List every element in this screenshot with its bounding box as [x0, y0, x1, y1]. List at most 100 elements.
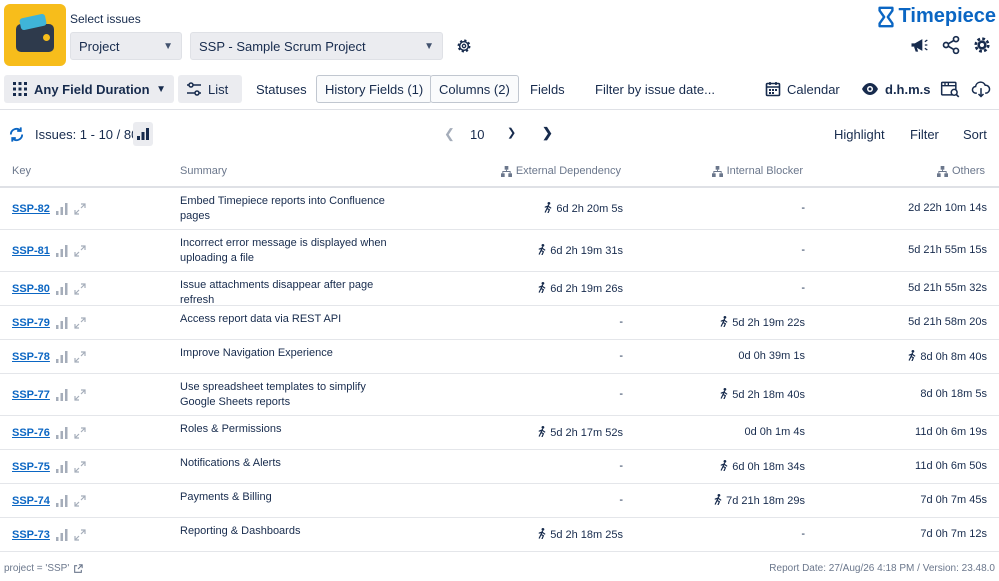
expand-icon[interactable] [74, 461, 86, 473]
chart-toggle-button[interactable] [133, 122, 153, 146]
expand-icon[interactable] [74, 427, 86, 439]
bar-chart-icon[interactable] [55, 461, 68, 473]
cloud-export-icon[interactable] [971, 79, 991, 99]
table-row[interactable]: SSP-81 Incorrect error message is display… [0, 230, 999, 272]
column-header-others[interactable]: Others [936, 165, 985, 177]
fields-button[interactable]: Fields [522, 75, 573, 103]
highlight-button[interactable]: Highlight [834, 127, 885, 142]
previous-page-icon[interactable]: ❮ [444, 126, 455, 142]
issue-key-link[interactable]: SSP-81 [12, 245, 50, 257]
column-header-external-dependency[interactable]: External Dependency [500, 165, 621, 177]
issue-summary: Access report data via REST API [180, 313, 342, 325]
external-link-icon[interactable] [73, 563, 83, 574]
issue-key-link[interactable]: SSP-80 [12, 283, 50, 295]
table-row[interactable]: SSP-75 Notifications & Alerts - 6d 0h 18m 3… [0, 450, 999, 484]
filter-by-date-button[interactable]: Filter by issue date... [587, 75, 723, 103]
grid-icon [13, 82, 27, 96]
calendar-button[interactable]: Calendar [757, 75, 848, 103]
project-dropdown[interactable]: SSP - Sample Scrum Project ▼ [190, 32, 443, 60]
columns-button[interactable]: Columns (2) [430, 75, 519, 103]
filter-button[interactable]: Filter [910, 127, 939, 142]
issue-key-cell: SSP-77 [12, 389, 86, 401]
table-row[interactable]: SSP-76 Roles & Permissions 5d 2h 17m 52s 0d… [0, 416, 999, 450]
report-info: Report Date: 27/Aug/26 4:18 PM / Version… [769, 563, 995, 574]
external-dependency-value: - [619, 388, 623, 400]
duration-type-dropdown[interactable]: Any Field Duration ▼ [4, 75, 174, 103]
internal-blocker-value: 0d 0h 1m 4s [744, 426, 805, 438]
issue-key-cell: SSP-82 [12, 203, 86, 215]
chevron-down-icon[interactable]: ❯ [507, 126, 516, 139]
issue-key-link[interactable]: SSP-79 [12, 317, 50, 329]
scope-dropdown[interactable]: Project ▼ [70, 32, 182, 60]
bar-chart-icon[interactable] [55, 529, 68, 541]
table-row[interactable]: SSP-82 Embed Timepiece reports into Confl… [0, 188, 999, 230]
bar-chart-icon[interactable] [55, 317, 68, 329]
expand-icon[interactable] [74, 389, 86, 401]
hierarchy-icon [936, 165, 948, 177]
issue-summary: Reporting & Dashboards [180, 525, 301, 537]
expand-icon[interactable] [74, 245, 86, 257]
issue-key-link[interactable]: SSP-82 [12, 203, 50, 215]
running-person-icon [538, 528, 546, 539]
column-header-internal-blocker[interactable]: Internal Blocker [711, 165, 803, 177]
table-row[interactable]: SSP-78 Improve Navigation Experience - 0d 0… [0, 340, 999, 374]
sliders-icon [187, 82, 201, 96]
issue-summary: Incorrect error message is displayed whe… [180, 237, 387, 264]
expand-icon[interactable] [74, 529, 86, 541]
running-person-icon [714, 494, 722, 505]
table-row[interactable]: SSP-74 Payments & Billing - 7d 21h 18m 29s 7… [0, 484, 999, 518]
table-row[interactable]: SSP-77 Use spreadsheet templates to simpl… [0, 374, 999, 416]
expand-icon[interactable] [74, 317, 86, 329]
next-page-icon[interactable]: ❯ [542, 125, 553, 141]
bar-chart-icon[interactable] [55, 427, 68, 439]
scope-dropdown-value: Project [79, 38, 120, 54]
table-row[interactable]: SSP-73 Reporting & Dashboards 5d 2h 18m 25… [0, 518, 999, 552]
refresh-icon[interactable] [8, 126, 25, 143]
issue-summary: Payments & Billing [180, 491, 272, 503]
page-size-value[interactable]: 10 [470, 127, 484, 142]
column-header-summary[interactable]: Summary [180, 165, 227, 177]
project-dropdown-value: SSP - Sample Scrum Project [199, 38, 366, 54]
external-dependency-value: - [619, 316, 623, 328]
sort-button[interactable]: Sort [963, 127, 987, 142]
internal-blocker-value: 5d 2h 18m 40s [719, 388, 805, 401]
issue-key-link[interactable]: SSP-76 [12, 427, 50, 439]
issue-key-link[interactable]: SSP-73 [12, 529, 50, 541]
query-settings-icon[interactable] [455, 37, 473, 55]
history-fields-button[interactable]: History Fields (1) [316, 75, 433, 103]
others-value: 5d 21h 58m 20s [908, 316, 987, 328]
list-view-button[interactable]: List [178, 75, 242, 103]
bar-chart-icon[interactable] [55, 495, 68, 507]
external-dependency-value: 6d 2h 19m 26s [537, 282, 623, 295]
issue-key-link[interactable]: SSP-74 [12, 495, 50, 507]
report-view-icon[interactable] [940, 79, 960, 99]
wallet-icon [16, 24, 54, 52]
expand-icon[interactable] [74, 495, 86, 507]
column-header-key[interactable]: Key [12, 165, 31, 177]
table-row[interactable]: SSP-79 Access report data via REST API - 5d… [0, 306, 999, 340]
running-person-icon [544, 202, 552, 213]
issue-key-cell: SSP-75 [12, 461, 86, 473]
issue-key-link[interactable]: SSP-75 [12, 461, 50, 473]
settings-gear-icon[interactable] [972, 35, 992, 55]
toolbar: Any Field Duration ▼ List Statuses Histo… [0, 72, 999, 110]
expand-icon[interactable] [74, 203, 86, 215]
table-row[interactable]: SSP-80 Issue attachments disappear after … [0, 272, 999, 306]
bar-chart-icon[interactable] [55, 351, 68, 363]
bar-chart-icon[interactable] [55, 245, 68, 257]
expand-icon[interactable] [74, 351, 86, 363]
announcement-icon[interactable] [909, 35, 929, 55]
bar-chart-icon[interactable] [55, 389, 68, 401]
jql-query[interactable]: project = 'SSP' [4, 563, 83, 574]
issue-key-link[interactable]: SSP-78 [12, 351, 50, 363]
bar-chart-icon[interactable] [55, 283, 68, 295]
share-icon[interactable] [941, 35, 961, 55]
issue-key-link[interactable]: SSP-77 [12, 389, 50, 401]
time-format-button[interactable]: d.h.m.s [853, 75, 939, 103]
others-value: 7d 0h 7m 12s [920, 528, 987, 540]
bar-chart-icon[interactable] [55, 203, 68, 215]
external-dependency-value: - [619, 494, 623, 506]
statuses-button[interactable]: Statuses [248, 75, 315, 103]
expand-icon[interactable] [74, 283, 86, 295]
running-person-icon [538, 244, 546, 255]
